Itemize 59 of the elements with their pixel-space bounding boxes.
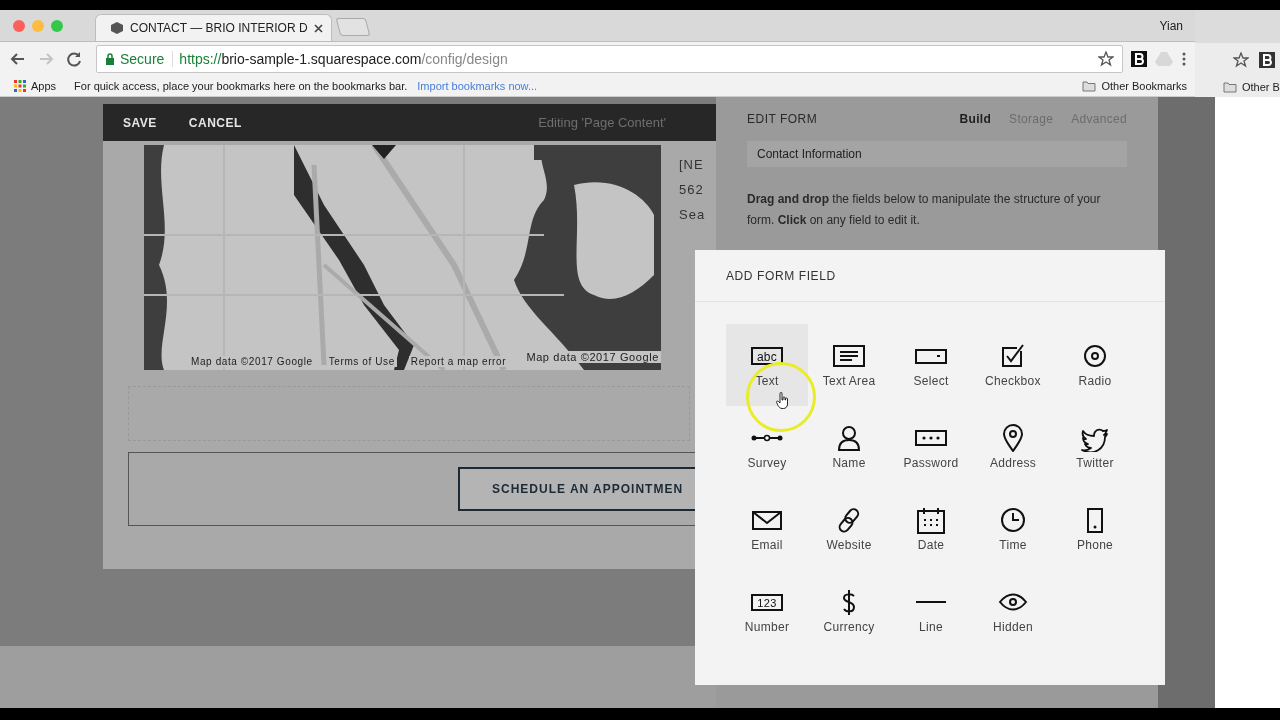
address-text: 562 [679, 182, 705, 197]
bold-b-icon[interactable] [1259, 52, 1275, 68]
save-button[interactable]: SAVE [123, 115, 157, 130]
bookmarks-hint: For quick access, place your bookmarks here on the bookmarks bar. [74, 80, 408, 92]
browser-tab[interactable]: CONTACT — BRIO INTERIOR D [95, 14, 332, 41]
map-attribution: Map data ©2017 Google [189, 356, 315, 367]
folder-icon [1223, 81, 1237, 93]
field-type-button[interactable]: Date [890, 488, 972, 570]
folder-icon [1082, 80, 1097, 92]
address-text: [NE [679, 157, 705, 172]
address-bar[interactable]: Secure https://brio-sample-1.squarespace.com/config/design [96, 45, 1123, 73]
address-text: Sea [679, 207, 706, 222]
profile-name[interactable]: Yian [1159, 18, 1195, 33]
map-attribution[interactable]: Report a map error [408, 356, 509, 367]
cancel-button[interactable]: CANCEL [188, 115, 242, 130]
close-icon[interactable] [313, 23, 323, 33]
field-type-button[interactable]: abc Text [726, 324, 808, 406]
import-bookmarks-link[interactable]: Import bookmarks now... [417, 80, 538, 92]
secure-label: Secure [120, 51, 165, 67]
form-name-field[interactable]: Contact Information [747, 141, 1127, 167]
apps-grid-icon [14, 80, 26, 92]
other-bookmarks-folder[interactable]: Other Bookmarks [1082, 80, 1195, 92]
field-type-button[interactable]: Phone [1054, 488, 1136, 570]
popup-title: ADD FORM FIELD [726, 268, 836, 283]
field-type-button[interactable]: Checkbox [972, 324, 1054, 406]
field-type-button[interactable]: 123 Number [726, 570, 808, 652]
star-icon[interactable] [1098, 51, 1114, 67]
map-attribution[interactable]: Terms of Use [326, 356, 397, 367]
editing-status: Editing 'Page Content' [538, 115, 667, 130]
slider-dots-icon [749, 434, 785, 442]
cube-icon [110, 21, 124, 35]
schedule-button[interactable]: SCHEDULE AN APPOINTMEN [458, 467, 695, 511]
field-type-button[interactable]: Password [890, 406, 972, 488]
lock-icon [105, 53, 115, 65]
field-type-button[interactable]: Hidden [972, 570, 1054, 652]
field-type-button[interactable]: Survey [726, 406, 808, 488]
field-type-button[interactable]: Line [890, 570, 972, 652]
field-type-button[interactable]: Website [808, 488, 890, 570]
field-type-button[interactable]: Radio [1054, 324, 1136, 406]
panel-title: EDIT FORM [747, 112, 818, 126]
panel-tab[interactable]: Build [959, 112, 992, 126]
line-icon [913, 600, 949, 604]
field-type-button[interactable]: Currency [808, 570, 890, 652]
field-type-button[interactable]: Address [972, 406, 1054, 488]
bold-b-icon[interactable] [1131, 51, 1147, 67]
url-text: https://brio-sample-1.squarespace.com/config/design [179, 51, 508, 67]
map-attribution: Map data ©2017 Google [524, 351, 661, 363]
field-type-button[interactable]: Time [972, 488, 1054, 570]
star-icon[interactable] [1233, 52, 1249, 68]
text-lines-icon [831, 342, 867, 370]
other-bookmarks-folder[interactable]: Other B [1195, 77, 1280, 97]
field-type-button[interactable]: Name [808, 406, 890, 488]
field-type-button[interactable]: Twitter [1054, 406, 1136, 488]
instructions-text: Drag and drop the fields below to manipulate the structure of your form. Click on any field to edit it. [747, 191, 1102, 229]
apps-shortcut[interactable]: Apps [14, 80, 57, 92]
field-type-button[interactable]: Select [890, 324, 972, 406]
field-type-button[interactable]: Email [726, 488, 808, 570]
menu-icon[interactable] [1181, 51, 1187, 67]
hand-cursor-icon [776, 392, 789, 409]
